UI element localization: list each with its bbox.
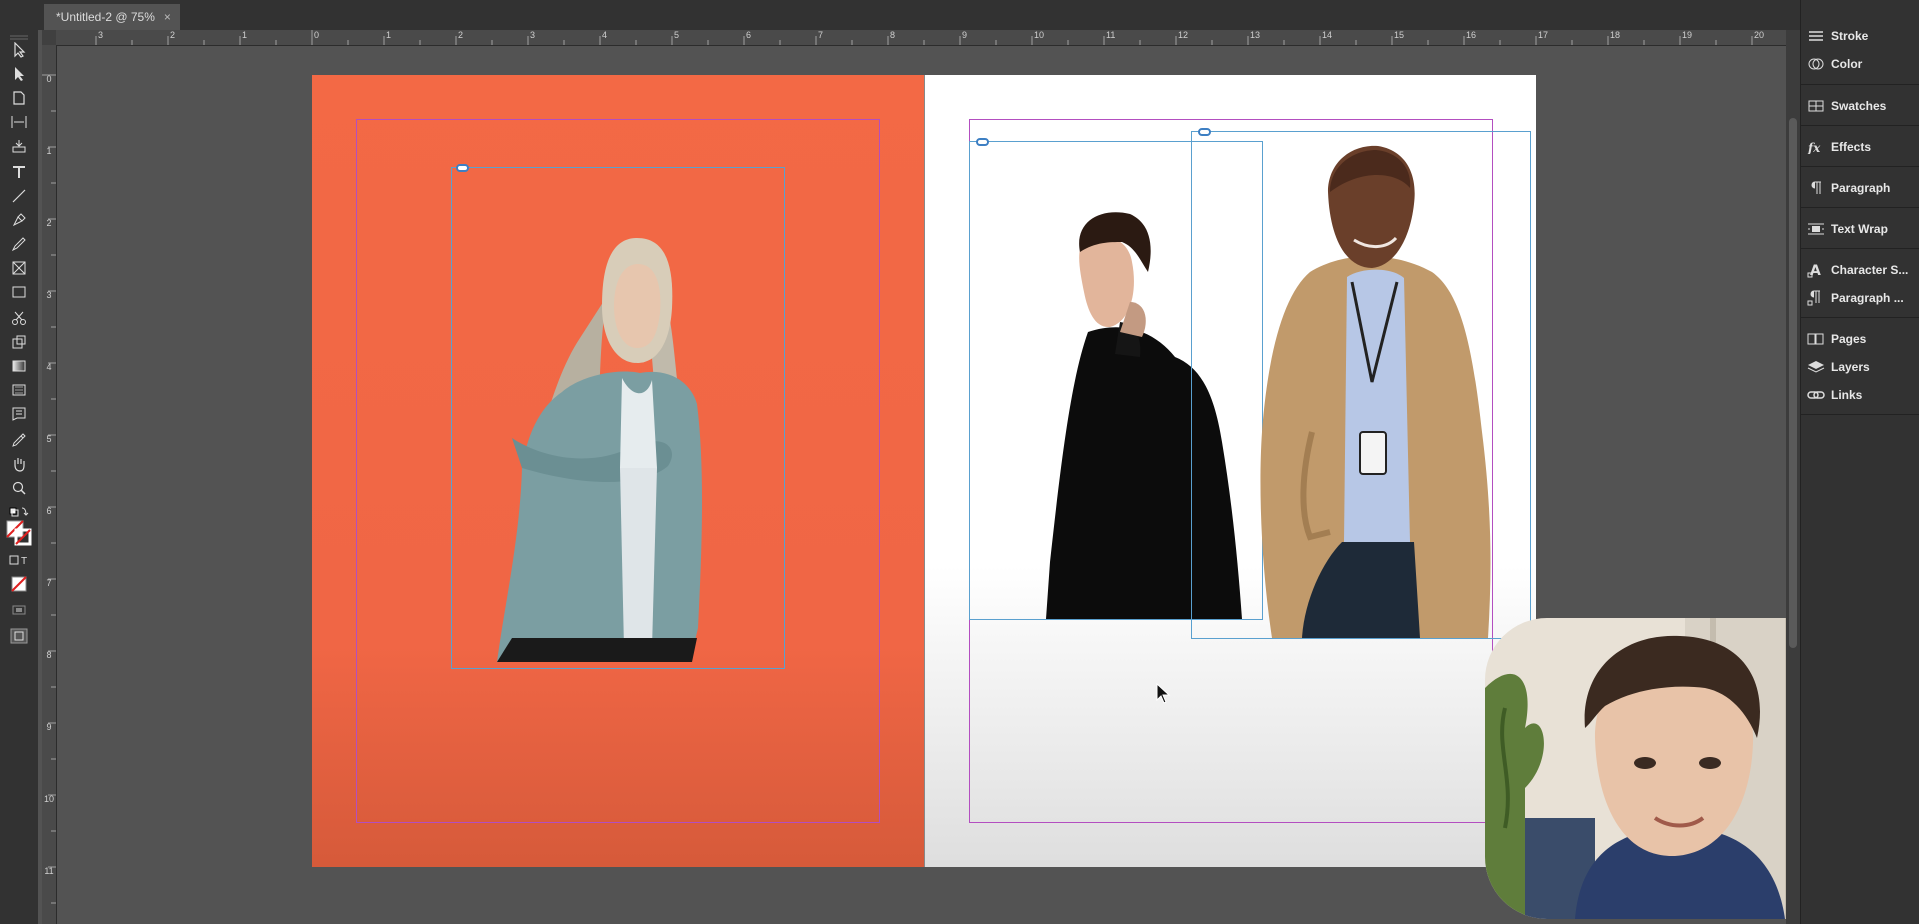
panel-label: Pages xyxy=(1831,332,1867,346)
text-wrap-icon xyxy=(1801,222,1831,236)
woman-image xyxy=(497,238,703,662)
free-transform-tool-icon[interactable] xyxy=(8,332,30,352)
svg-text:T: T xyxy=(21,556,27,567)
horizontal-ruler[interactable]: 3 2 1 0 1 2 3 4 5 6 7 8 9 10 11 12 13 14… xyxy=(42,30,1786,46)
panel-divider xyxy=(1801,414,1919,415)
pen-tool-icon[interactable] xyxy=(8,210,30,230)
paragraph-styles-icon xyxy=(1801,290,1831,306)
selection-tool-icon[interactable] xyxy=(8,40,30,60)
panel-label: Links xyxy=(1831,388,1863,402)
panel-effects[interactable]: fx Effects xyxy=(1801,134,1919,160)
panel-label: Swatches xyxy=(1831,99,1887,113)
panel-label: Text Wrap xyxy=(1831,222,1888,236)
ruler-ticks xyxy=(42,74,56,904)
older-man-image xyxy=(1260,145,1491,638)
eyedropper-tool-icon[interactable] xyxy=(8,430,30,450)
panel-divider xyxy=(1801,248,1919,249)
content-collector-tool-icon[interactable] xyxy=(8,136,30,156)
hand-tool-icon[interactable] xyxy=(8,454,30,474)
direct-selection-tool-icon[interactable] xyxy=(8,64,30,84)
link-badge-icon[interactable] xyxy=(1198,128,1211,136)
panel-color[interactable]: Color xyxy=(1801,51,1919,77)
image-frame-older-man[interactable] xyxy=(1191,128,1531,639)
panel-label: Stroke xyxy=(1831,29,1869,43)
panel-links[interactable]: Links xyxy=(1801,382,1919,408)
svg-text:fx: fx xyxy=(1807,141,1821,154)
panel-paragraph-styles[interactable]: Paragraph ... xyxy=(1801,285,1919,311)
gap-tool-icon[interactable] xyxy=(8,112,30,132)
swatches-icon xyxy=(1801,99,1831,113)
scissors-tool-icon[interactable] xyxy=(8,308,30,328)
close-icon[interactable]: × xyxy=(164,10,171,24)
panel-text-wrap[interactable]: Text Wrap xyxy=(1801,216,1919,242)
effects-icon: fx xyxy=(1801,140,1831,154)
document-tab[interactable]: *Untitled-2 @ 75% × xyxy=(44,4,180,30)
page-right[interactable] xyxy=(924,75,1536,867)
panel-divider xyxy=(1801,166,1919,167)
panel-paragraph[interactable]: Paragraph xyxy=(1801,175,1919,201)
vertical-scrollbar[interactable] xyxy=(1786,30,1800,924)
panel-label: Paragraph xyxy=(1831,181,1891,195)
gradient-feather-tool-icon[interactable] xyxy=(8,380,30,400)
color-icon xyxy=(1801,57,1831,71)
rectangle-tool-icon[interactable] xyxy=(8,282,30,302)
panel-dock: Stroke Color Swatches fx Effects Paragra… xyxy=(1800,0,1919,924)
pencil-tool-icon[interactable] xyxy=(8,234,30,254)
panel-label: Layers xyxy=(1831,360,1870,374)
link-badge-icon[interactable] xyxy=(976,138,989,146)
ruler-ticks xyxy=(95,30,1753,45)
panel-divider xyxy=(1801,125,1919,126)
panel-label: Character S... xyxy=(1831,263,1909,277)
vertical-ruler[interactable]: 0 1 2 3 4 5 6 7 8 9 10 11 xyxy=(42,45,57,924)
image-frame-woman[interactable] xyxy=(451,164,785,669)
fill-stroke-swatch-icon[interactable] xyxy=(4,518,34,548)
scrollbar-thumb[interactable] xyxy=(1789,118,1797,648)
rectangle-frame-tool-icon[interactable] xyxy=(8,258,30,278)
character-styles-icon: A xyxy=(1801,262,1831,278)
page-left[interactable] xyxy=(312,75,924,867)
pages-icon xyxy=(1801,332,1831,346)
mouse-cursor-icon xyxy=(1156,683,1171,704)
panel-divider xyxy=(1801,207,1919,208)
panel-divider xyxy=(1801,317,1919,318)
ruler-origin[interactable] xyxy=(42,30,56,45)
screen-mode-icon[interactable] xyxy=(8,600,30,620)
panel-pages[interactable]: Pages xyxy=(1801,326,1919,352)
formatting-container-icon[interactable]: T xyxy=(8,550,30,570)
document-tab-title: *Untitled-2 @ 75% xyxy=(56,10,155,24)
panel-layers[interactable]: Layers xyxy=(1801,354,1919,380)
tools-panel: T xyxy=(0,30,38,924)
panel-divider xyxy=(1801,84,1919,85)
panel-label: Color xyxy=(1831,57,1863,71)
gradient-swatch-tool-icon[interactable] xyxy=(8,356,30,376)
paragraph-icon xyxy=(1801,181,1831,195)
note-tool-icon[interactable] xyxy=(8,404,30,424)
layers-icon xyxy=(1801,360,1831,374)
zoom-tool-icon[interactable] xyxy=(8,478,30,498)
apply-none-icon[interactable] xyxy=(8,574,30,594)
stroke-icon xyxy=(1801,29,1831,43)
panel-character-styles[interactable]: A Character S... xyxy=(1801,257,1919,283)
document-tab-bar: *Untitled-2 @ 75% × xyxy=(0,0,1800,30)
panel-label: Paragraph ... xyxy=(1831,291,1904,305)
panel-label: Effects xyxy=(1831,140,1872,154)
link-badge-icon[interactable] xyxy=(456,164,469,172)
panel-swatches[interactable]: Swatches xyxy=(1801,93,1919,119)
line-tool-icon[interactable] xyxy=(8,186,30,206)
links-icon xyxy=(1801,388,1831,402)
panel-stroke[interactable]: Stroke xyxy=(1801,23,1919,49)
page-tool-icon[interactable] xyxy=(8,88,30,108)
type-tool-icon[interactable] xyxy=(8,162,30,182)
view-mode-icon[interactable] xyxy=(8,626,30,646)
